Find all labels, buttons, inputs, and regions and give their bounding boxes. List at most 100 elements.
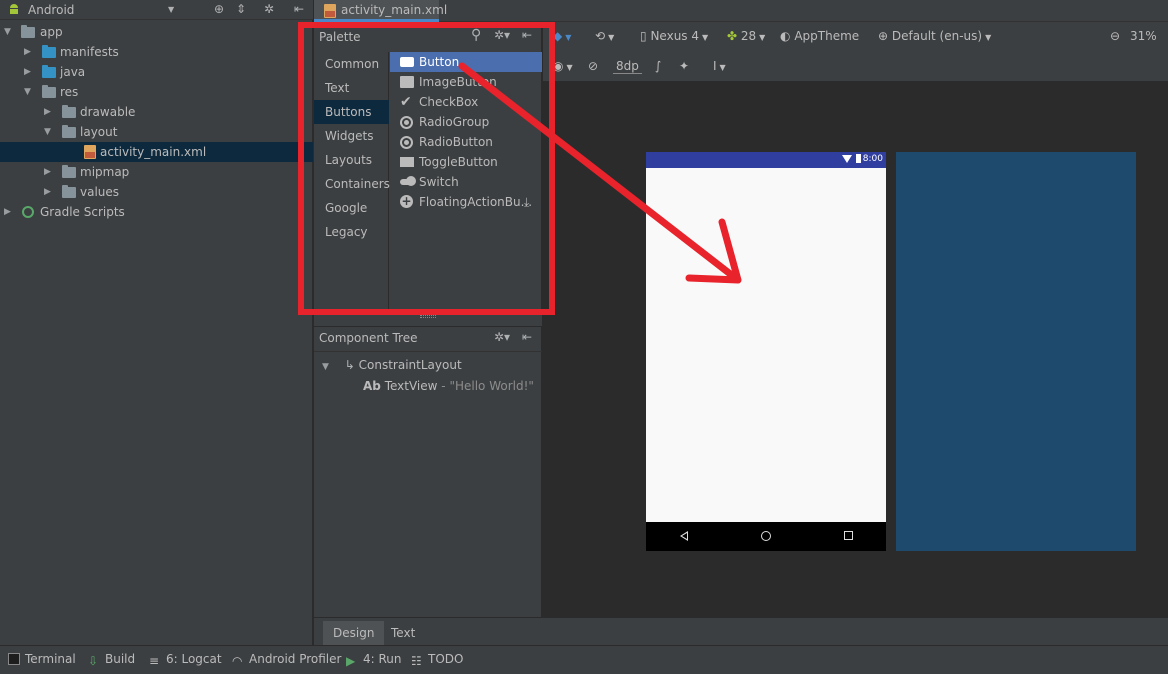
tool-label: TODO — [428, 652, 464, 666]
tree-item-label: mipmap — [80, 165, 130, 179]
folder-icon — [42, 45, 56, 58]
locale-label: Default (en-us) — [891, 29, 983, 43]
annotation-highlight-box — [298, 22, 555, 315]
build-icon: ⇩ — [88, 654, 99, 668]
clear-constraints-icon[interactable]: ∫ — [655, 59, 661, 73]
tree-item-label: res — [60, 85, 79, 99]
collapsed-arrow-icon[interactable]: ▶ — [44, 182, 51, 202]
back-icon — [680, 531, 688, 541]
folder-icon — [42, 85, 56, 98]
tree-item-label: layout — [80, 125, 118, 139]
tool-todo[interactable]: ☷ TODO — [411, 652, 464, 668]
expanded-arrow-icon[interactable]: ▼ — [24, 82, 31, 102]
tool-terminal[interactable]: Terminal — [8, 652, 76, 666]
status-time: 8:00 — [862, 154, 883, 164]
folder-icon — [62, 105, 76, 118]
hide-panel-icon[interactable]: ⇤ — [522, 330, 532, 344]
wifi-icon — [842, 155, 852, 163]
locale-selector[interactable]: ⊕ Default (en-us) ▼ — [878, 29, 991, 43]
tree-item-label: drawable — [80, 105, 136, 119]
tree-item-label: Gradle Scripts — [40, 205, 125, 219]
view-options-icon[interactable]: ◉ ▼ — [553, 59, 573, 73]
phone-icon: ▯ — [640, 29, 647, 43]
tree-item-mipmap[interactable]: ▶ mipmap — [0, 162, 313, 182]
margin-label: 8dp — [616, 59, 639, 73]
theme-icon: ◐ — [780, 29, 791, 43]
theme-label: AppTheme — [794, 29, 860, 43]
hide-panel-icon[interactable]: ⇤ — [294, 2, 304, 16]
textview-icon: Ab — [363, 379, 381, 393]
api-selector[interactable]: ✤ 28 ▼ — [727, 29, 765, 43]
tree-item-res[interactable]: ▼ res — [0, 82, 313, 102]
tree-item-java[interactable]: ▶ java — [0, 62, 313, 82]
expanded-arrow-icon[interactable]: ▼ — [322, 362, 329, 372]
theme-selector[interactable]: ◐ AppTheme — [780, 29, 859, 43]
tool-android-profiler[interactable]: ◠ Android Profiler — [232, 652, 342, 668]
tool-label: 4: Run — [363, 652, 402, 666]
gear-icon[interactable]: ✲ — [264, 2, 274, 16]
device-preview[interactable]: 8:00 — [646, 152, 886, 551]
tool-build[interactable]: ⇩ Build — [88, 652, 136, 668]
design-surface-icon[interactable]: ◆ ▼ — [553, 29, 571, 43]
constraint-layout-icon: ↳ — [344, 358, 355, 372]
layout-toolbar: ◆ ▼ ⟲ ▼ ▯ Nexus 4 ▼ ✤ 28 ▼ ◐ AppTheme ⊕ Defa… — [543, 22, 1168, 52]
locate-icon[interactable]: ⊕ — [214, 2, 224, 16]
tool-label: Build — [105, 652, 136, 666]
editor-tab-strip: activity_main.xml — [314, 0, 1168, 22]
tree-node-constraintlayout[interactable]: ▼ ↳ ConstraintLayout — [322, 355, 462, 375]
collapsed-arrow-icon[interactable]: ▶ — [4, 202, 11, 222]
tool-logcat[interactable]: ≡ 6: Logcat — [149, 652, 222, 668]
tree-item-manifests[interactable]: ▶ manifests — [0, 42, 313, 62]
default-margin-selector[interactable]: 8dp — [613, 59, 642, 74]
tree-node-textview[interactable]: Ab TextView - "Hello World!" — [363, 376, 534, 396]
folder-icon — [42, 65, 56, 78]
editor-tab-activity-main[interactable]: activity_main.xml — [314, 0, 447, 22]
tree-node-label: ConstraintLayout — [358, 358, 462, 372]
tree-item-activity-main[interactable]: activity_main.xml — [0, 142, 313, 162]
tree-node-label: TextView — [384, 379, 438, 393]
run-icon: ▶ — [346, 654, 356, 668]
device-selector[interactable]: ▯ Nexus 4 ▼ — [640, 29, 708, 43]
infer-constraints-icon[interactable]: ✦ — [679, 59, 689, 73]
recents-icon — [844, 531, 853, 540]
xml-file-icon — [324, 4, 336, 18]
collapsed-arrow-icon[interactable]: ▶ — [44, 162, 51, 182]
collapsed-arrow-icon[interactable]: ▶ — [24, 62, 31, 82]
collapsed-arrow-icon[interactable]: ▶ — [44, 102, 51, 122]
tree-item-values[interactable]: ▶ values — [0, 182, 313, 202]
android-icon — [10, 4, 18, 14]
chevron-down-icon[interactable]: ▼ — [168, 5, 174, 14]
tree-item-drawable[interactable]: ▶ drawable — [0, 102, 313, 122]
tool-run[interactable]: ▶ 4: Run — [346, 652, 402, 668]
tree-item-label: values — [80, 185, 120, 199]
tree-item-label: activity_main.xml — [100, 145, 207, 159]
blueprint-preview[interactable] — [896, 152, 1136, 551]
profiler-icon: ◠ — [232, 654, 243, 668]
project-view-selector[interactable]: Android — [28, 3, 74, 17]
project-panel: Android ▼ ⊕ ⇕ ✲ ⇤ ▼ app ▶ manifests ▶ ja… — [0, 0, 313, 645]
folder-icon — [62, 125, 76, 138]
zoom-out-button[interactable]: ⊖ — [1110, 29, 1120, 43]
orientation-icon[interactable]: ⟲ ▼ — [595, 29, 614, 43]
zoom-level: 31% — [1130, 29, 1157, 43]
guidelines-icon[interactable]: I ▼ — [713, 59, 726, 73]
tree-item-gradle-scripts[interactable]: ▶ Gradle Scripts — [0, 202, 313, 222]
tool-window-bar: Terminal ⇩ Build ≡ 6: Logcat ◠ Android Prof… — [0, 645, 1168, 674]
app-module-icon — [21, 25, 35, 38]
api-label: 28 — [740, 29, 757, 43]
gradle-icon — [22, 206, 34, 218]
expanded-arrow-icon[interactable]: ▼ — [4, 22, 11, 42]
collapse-all-icon[interactable]: ⇕ — [236, 2, 246, 16]
tool-label: Android Profiler — [249, 652, 342, 666]
autoconnect-off-icon[interactable]: ⊘ — [588, 59, 598, 73]
tree-item-label: app — [40, 25, 63, 39]
tree-node-hint: - "Hello World!" — [441, 379, 534, 393]
tab-design[interactable]: Design — [323, 621, 385, 645]
editor-mode-tabs: Design Text — [314, 617, 1168, 645]
expanded-arrow-icon[interactable]: ▼ — [44, 122, 51, 142]
collapsed-arrow-icon[interactable]: ▶ — [24, 42, 31, 62]
tree-item-app[interactable]: ▼ app — [0, 22, 313, 42]
tab-text[interactable]: Text — [381, 621, 425, 645]
tree-item-layout[interactable]: ▼ layout — [0, 122, 313, 142]
gear-icon[interactable]: ✲▾ — [494, 330, 510, 344]
